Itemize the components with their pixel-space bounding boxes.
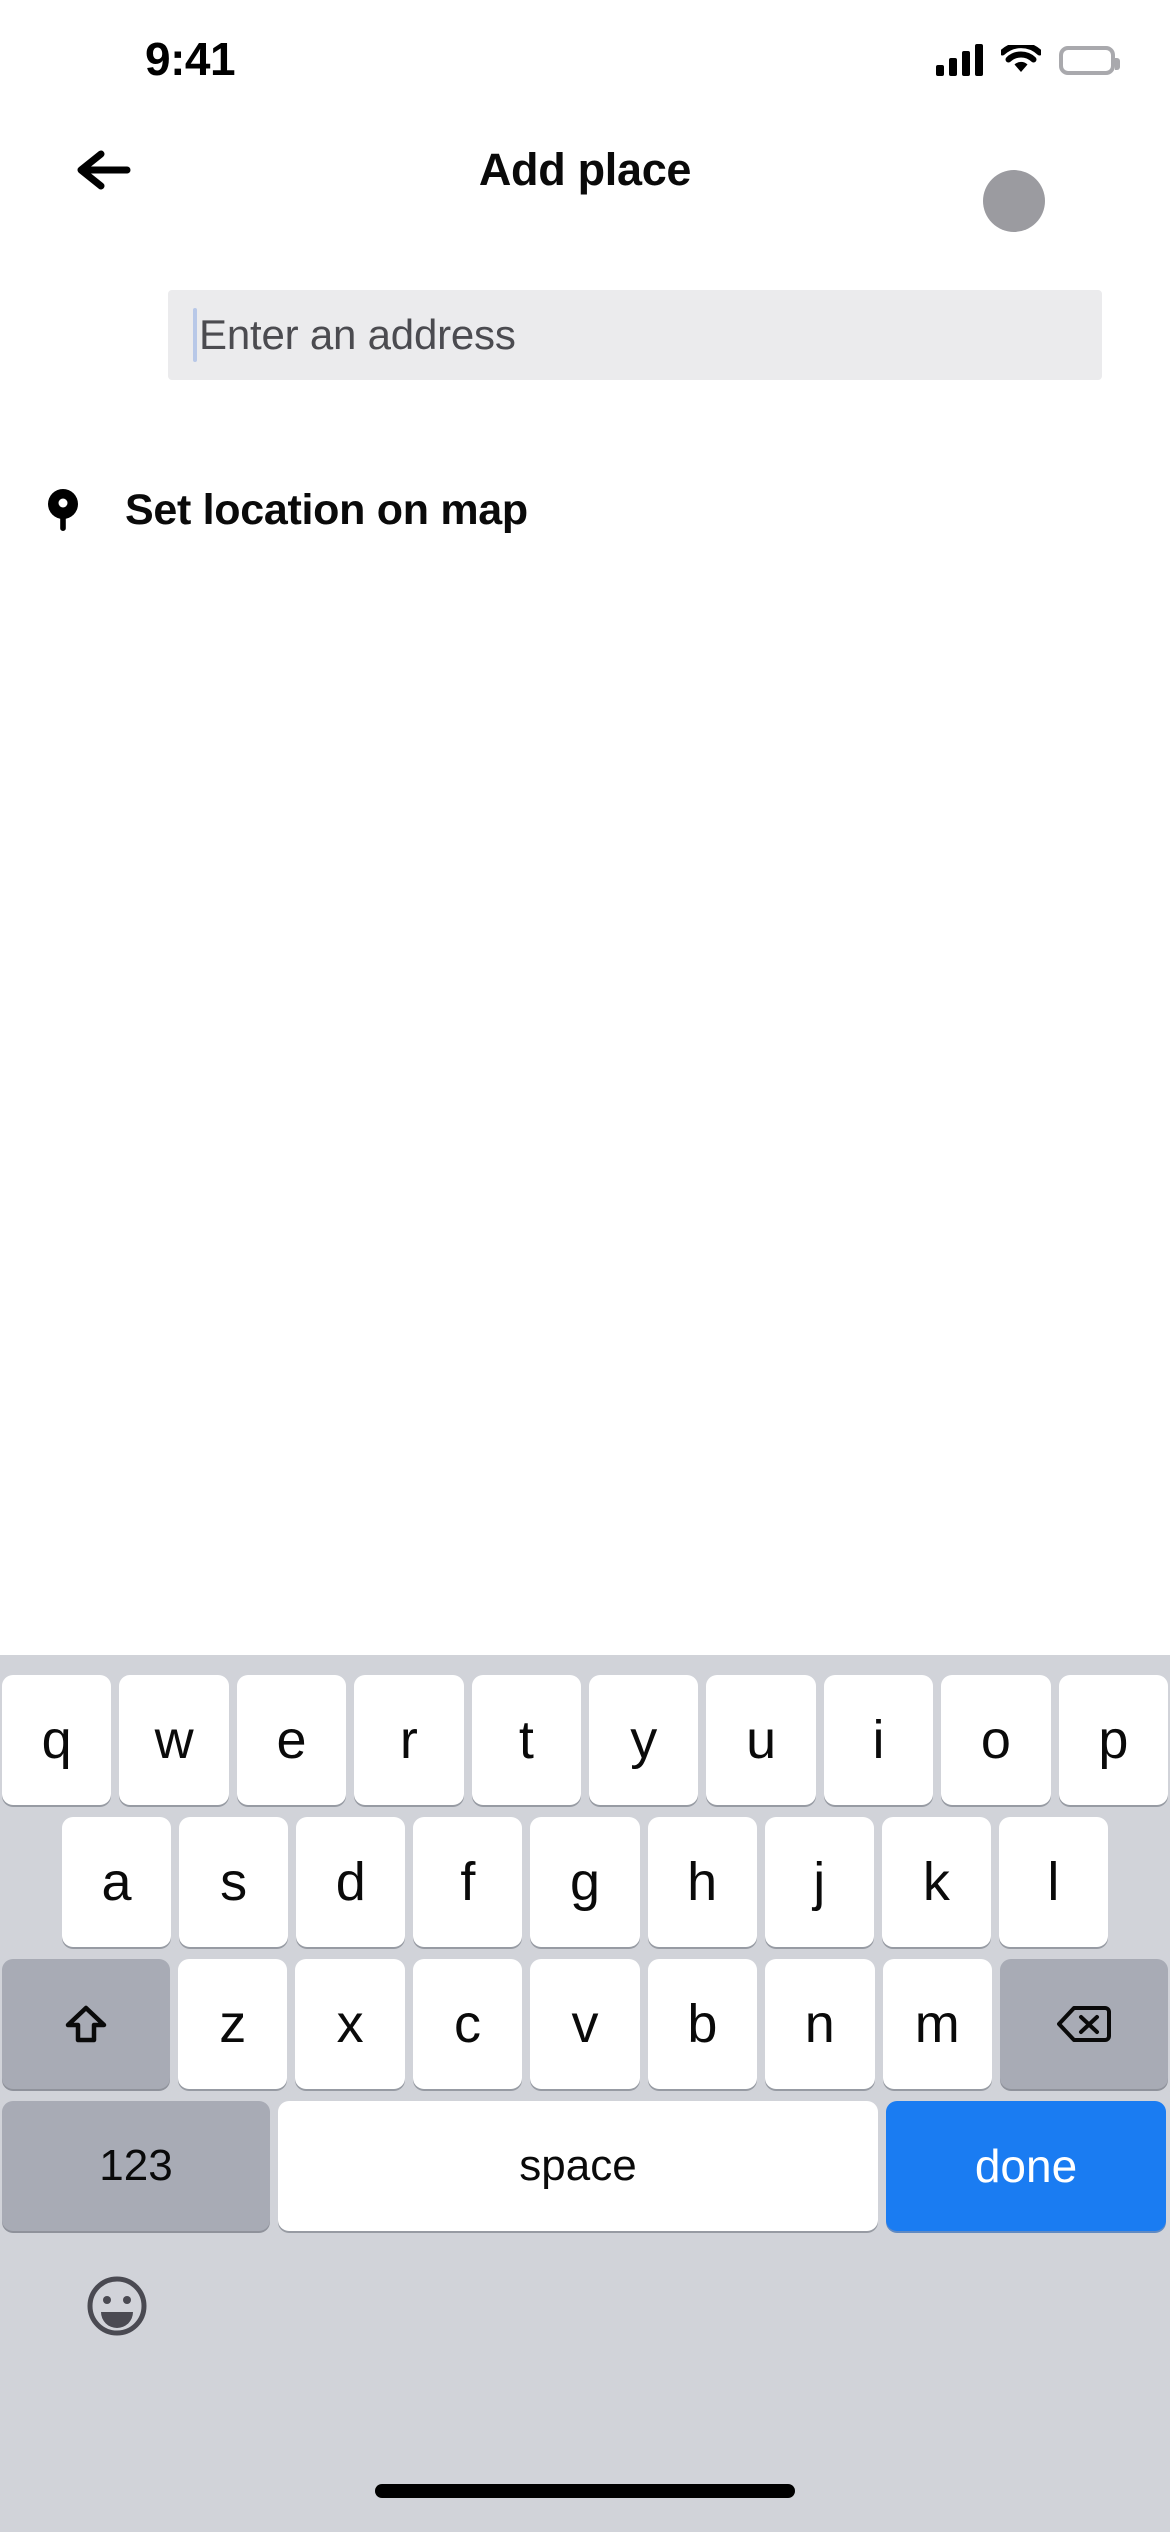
home-indicator-bar (375, 2484, 795, 2498)
status-time: 9:41 (145, 33, 236, 85)
keyboard-row-3: z x c v b n m (0, 1959, 1170, 2089)
wifi-icon (999, 42, 1043, 75)
backspace-key[interactable] (999, 1959, 1168, 2089)
shift-arrow-icon (65, 2005, 107, 2043)
key-q[interactable]: q (2, 1675, 112, 1805)
key-b[interactable]: b (647, 1959, 758, 2089)
search-placeholder: Enter an address (199, 311, 516, 358)
key-w[interactable]: w (119, 1675, 229, 1805)
status-icons (936, 40, 1120, 80)
search-input[interactable]: Enter an address (168, 290, 1102, 380)
key-v[interactable]: v (530, 1959, 640, 2089)
status-bar: 9:41 (0, 0, 1170, 115)
shift-key[interactable] (2, 1959, 170, 2089)
key-l[interactable]: l (998, 1817, 1108, 1947)
key-z[interactable]: z (178, 1959, 288, 2089)
key-o[interactable]: o (941, 1675, 1051, 1805)
key-e[interactable]: e (236, 1675, 347, 1805)
keyboard-row-2: a s d f g h j k l (0, 1817, 1170, 1947)
key-x[interactable]: x (295, 1959, 405, 2089)
set-location-on-map-row[interactable]: Set location on map (0, 455, 1170, 565)
set-location-on-map-label: Set location on map (125, 485, 528, 534)
back-button[interactable] (62, 137, 148, 203)
numeric-key[interactable]: 123 (2, 2101, 270, 2231)
on-screen-keyboard: q w e r t y u i o p a s d f g h j k l z … (0, 1655, 1170, 2532)
battery-full-icon (1059, 45, 1120, 75)
text-caret (193, 308, 197, 362)
space-key[interactable]: space (278, 2101, 878, 2231)
key-f[interactable]: f (413, 1817, 523, 1947)
keyboard-utility-row (0, 2231, 1170, 2381)
backspace-icon (1056, 2006, 1111, 2042)
back-arrow-icon (77, 150, 131, 190)
key-m[interactable]: m (882, 1959, 992, 2089)
app-screen: 9:41 Add place Enter an address Set loca… (0, 0, 1170, 2532)
key-h[interactable]: h (647, 1817, 757, 1947)
key-p[interactable]: p (1058, 1675, 1169, 1805)
key-a[interactable]: a (62, 1817, 172, 1947)
cellular-signal-icon (936, 44, 983, 76)
key-r[interactable]: r (354, 1675, 464, 1805)
done-key[interactable]: done (886, 2101, 1166, 2231)
emoji-key[interactable] (78, 2267, 156, 2345)
key-s[interactable]: s (179, 1817, 289, 1947)
key-j[interactable]: j (764, 1817, 874, 1947)
key-c[interactable]: c (412, 1959, 523, 2089)
key-n[interactable]: n (765, 1959, 875, 2089)
key-i[interactable]: i (823, 1675, 934, 1805)
keyboard-row-4: 123 space done (0, 2101, 1170, 2231)
key-g[interactable]: g (530, 1817, 640, 1947)
key-t[interactable]: t (471, 1675, 582, 1805)
emoji-smiley-icon (87, 2276, 147, 2336)
keyboard-row-1: q w e r t y u i o p (0, 1675, 1170, 1805)
map-pin-icon (0, 487, 125, 533)
key-k[interactable]: k (881, 1817, 991, 1947)
key-d[interactable]: d (296, 1817, 406, 1947)
key-u[interactable]: u (706, 1675, 816, 1805)
key-y[interactable]: y (589, 1675, 699, 1805)
avatar[interactable] (983, 170, 1045, 232)
